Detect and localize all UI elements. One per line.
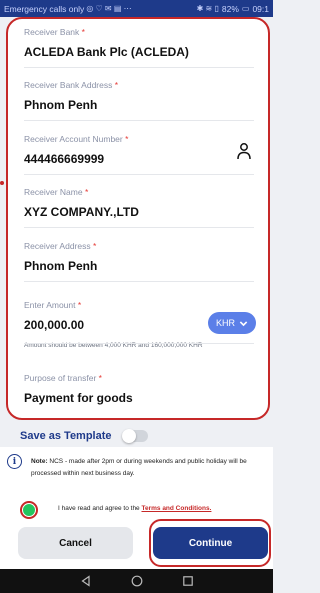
agreement-checkbox[interactable] <box>20 501 38 519</box>
agreement-text: I have read and agree to the <box>58 505 142 512</box>
highlight-marker <box>0 181 4 185</box>
battery-level: 82% <box>221 3 239 14</box>
receiver-address-value: Phnom Penh <box>24 259 98 273</box>
receiver-address-field[interactable]: Receiver Address * Phnom Penh <box>8 241 268 282</box>
chevron-down-icon <box>239 320 248 326</box>
field-divider <box>24 281 254 282</box>
receiver-account-number-label: Receiver Account Number <box>24 134 123 144</box>
receiver-name-field[interactable]: Receiver Name * XYZ COMPANY.,LTD <box>8 187 268 228</box>
receiver-account-number-value: 444466669999 <box>24 152 105 166</box>
purpose-label: Purpose of transfer <box>24 373 97 383</box>
cancel-button[interactable]: Cancel <box>18 527 133 559</box>
status-bar: Emergency calls only ◎ ♡ ✉ ▤ ⋯ ✱ ≋ ▯ 82%… <box>0 0 273 17</box>
receiver-bank-address-field[interactable]: Receiver Bank Address * Phnom Penh <box>8 80 268 121</box>
note-text: Note: NCS - made after 2pm or during wee… <box>31 456 263 480</box>
receiver-address-label: Receiver Address <box>24 241 91 251</box>
save-template-row: Save as Template <box>20 429 148 443</box>
purpose-field[interactable]: Purpose of transfer * Payment for goods <box>8 373 268 405</box>
note-body: NCS - made after 2pm or during weekends … <box>31 458 247 477</box>
receiver-bank-address-value: Phnom Penh <box>24 98 98 112</box>
save-template-label: Save as Template <box>20 430 112 442</box>
signal-icons: ✱ ≋ ▯ <box>196 4 219 13</box>
amount-field[interactable]: Enter Amount * 200,000.00 KHR Amount sho… <box>8 300 268 349</box>
receiver-bank-value: ACLEDA Bank Plc (ACLEDA) <box>24 45 189 59</box>
save-template-toggle[interactable] <box>121 429 148 443</box>
transfer-form: Receiver Bank * ACLEDA Bank Plc (ACLEDA)… <box>6 17 270 420</box>
receiver-name-value: XYZ COMPANY.,LTD <box>24 205 139 219</box>
field-divider <box>24 227 254 228</box>
action-bar: Cancel Continue <box>0 519 273 569</box>
receiver-name-label: Receiver Name <box>24 187 83 197</box>
continue-button[interactable]: Continue <box>153 527 268 559</box>
status-text: Emergency calls only <box>4 3 85 14</box>
toggle-knob <box>121 429 136 443</box>
status-icons: ◎ ♡ ✉ ▤ ⋯ <box>86 4 132 13</box>
currency-label: KHR <box>215 318 235 328</box>
amount-label: Enter Amount <box>24 300 76 310</box>
currency-selector[interactable]: KHR <box>208 312 256 334</box>
terms-link[interactable]: Terms and Conditions. <box>141 505 211 512</box>
field-divider <box>24 174 254 175</box>
back-icon[interactable] <box>80 575 92 587</box>
field-divider <box>24 67 254 68</box>
field-divider <box>24 120 254 121</box>
receiver-bank-field[interactable]: Receiver Bank * ACLEDA Bank Plc (ACLEDA) <box>8 27 268 68</box>
receiver-account-number-field[interactable]: Receiver Account Number * 444466669999 <box>8 134 268 175</box>
receiver-bank-address-label: Receiver Bank Address <box>24 80 113 90</box>
contact-picker-icon[interactable] <box>236 142 252 160</box>
purpose-value: Payment for goods <box>24 391 133 405</box>
field-divider <box>24 343 254 344</box>
note-prefix: Note: <box>31 458 48 465</box>
info-icon: i <box>7 454 22 469</box>
clock: 09:1 <box>252 3 269 14</box>
receiver-bank-label: Receiver Bank <box>24 27 80 37</box>
home-icon[interactable] <box>131 575 143 587</box>
battery-icon: ▭ <box>241 4 250 13</box>
checkbox-checked-indicator <box>23 504 35 516</box>
agreement-row: I have read and agree to the Terms and C… <box>0 500 273 520</box>
recents-icon[interactable] <box>182 575 194 587</box>
system-nav-bar <box>0 569 273 593</box>
